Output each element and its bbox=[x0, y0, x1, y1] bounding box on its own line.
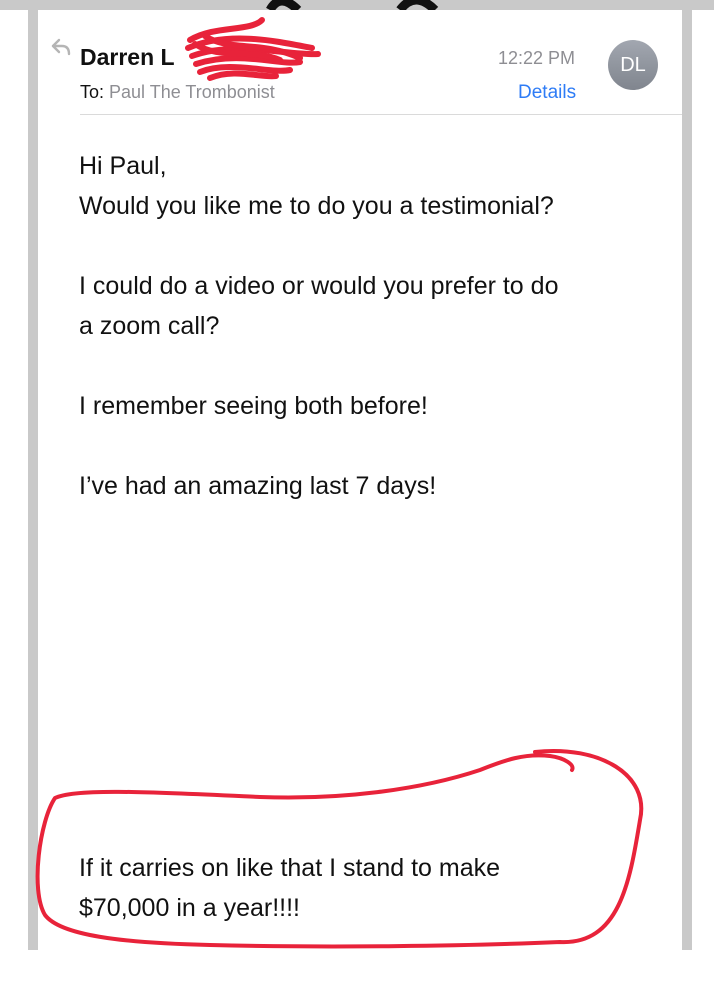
left-border bbox=[28, 10, 38, 950]
body-line: a zoom call? bbox=[79, 312, 220, 340]
recipient-name[interactable]: Paul The Trombonist bbox=[109, 82, 275, 102]
details-link[interactable]: Details bbox=[518, 82, 576, 104]
screenshot-frame: Darren L To: Paul The Trombonist 12:22 P… bbox=[0, 0, 714, 1006]
body-line: I could do a video or would you prefer t… bbox=[79, 272, 559, 300]
sender-name[interactable]: Darren L bbox=[80, 44, 175, 71]
to-label: To: bbox=[80, 82, 105, 102]
body-line: Hi Paul, bbox=[79, 152, 167, 180]
body-line: $70,000 in a year!!!! bbox=[79, 894, 300, 922]
email-view: Darren L To: Paul The Trombonist 12:22 P… bbox=[38, 10, 682, 950]
recipient-line: To: Paul The Trombonist bbox=[80, 82, 275, 103]
reply-arrow-icon[interactable] bbox=[50, 36, 72, 58]
right-border bbox=[682, 10, 692, 950]
body-line: Would you like me to do you a testimonia… bbox=[79, 192, 554, 220]
email-closing: If it carries on like that I stand to ma… bbox=[79, 848, 669, 928]
sent-time: 12:22 PM bbox=[498, 48, 576, 68]
body-line: I’ve had an amazing last 7 days! bbox=[79, 472, 437, 500]
avatar[interactable]: DL bbox=[608, 40, 658, 90]
body-line: I remember seeing both before! bbox=[79, 392, 428, 420]
header-divider bbox=[80, 114, 682, 115]
body-line: If it carries on like that I stand to ma… bbox=[79, 854, 501, 882]
email-body: Hi Paul, Would you like me to do you a t… bbox=[79, 146, 669, 506]
